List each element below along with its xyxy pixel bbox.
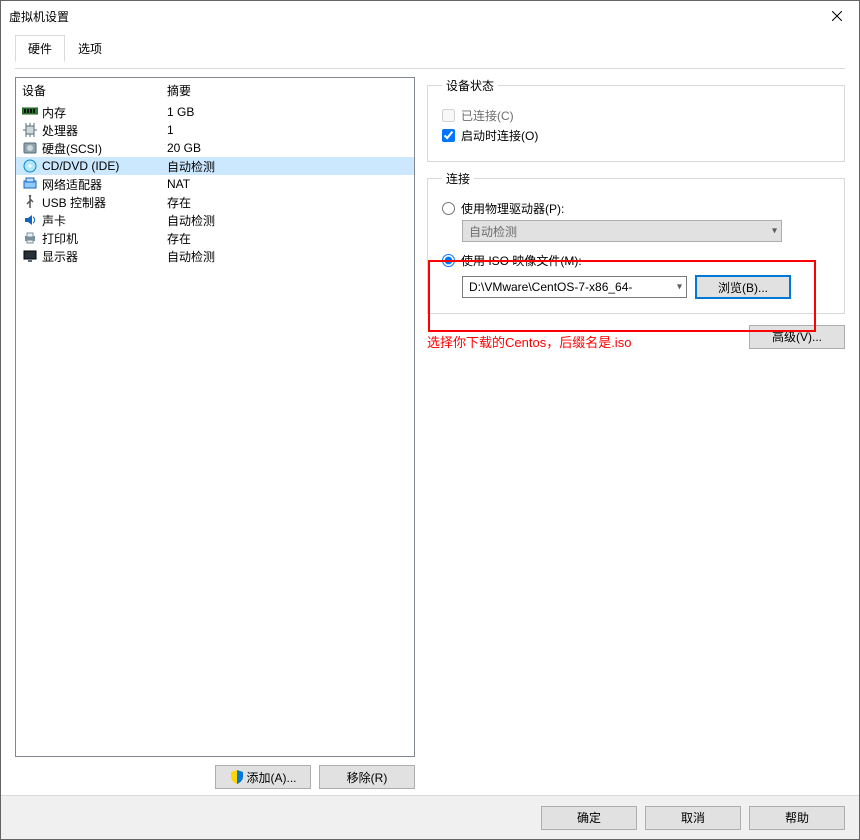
chevron-down-icon: ▾ bbox=[772, 226, 777, 237]
physical-drive-value: 自动检测 bbox=[469, 223, 517, 240]
annotation-text: 选择你下载的Centos，后缀名是.iso bbox=[427, 332, 749, 351]
right-panel: 设备状态 已连接(C) 启动时连接(O) 连接 使用物理驱动器(P): 自动检测… bbox=[427, 77, 845, 789]
left-panel: 设备 摘要 内存1 GB处理器1硬盘(SCSI)20 GBCD/DVD (IDE… bbox=[15, 77, 415, 789]
browse-button[interactable]: 浏览(B)... bbox=[695, 275, 791, 299]
device-status-group: 设备状态 已连接(C) 启动时连接(O) bbox=[427, 77, 845, 162]
device-status-legend: 设备状态 bbox=[442, 77, 498, 94]
device-name: USB 控制器 bbox=[42, 194, 167, 211]
device-row[interactable]: 显示器自动检测 bbox=[16, 247, 414, 265]
device-row[interactable]: 声卡自动检测 bbox=[16, 211, 414, 229]
use-iso-radio[interactable] bbox=[442, 254, 455, 267]
sound-icon bbox=[22, 212, 38, 228]
device-name: 打印机 bbox=[42, 230, 167, 247]
poweron-label: 启动时连接(O) bbox=[461, 127, 538, 144]
device-summary: 20 GB bbox=[167, 141, 408, 155]
cancel-button[interactable]: 取消 bbox=[645, 806, 741, 830]
device-name: 内存 bbox=[42, 104, 167, 121]
chevron-down-icon[interactable]: ▾ bbox=[677, 282, 682, 293]
device-name: CD/DVD (IDE) bbox=[42, 159, 167, 173]
close-button[interactable] bbox=[814, 1, 859, 31]
device-name: 硬盘(SCSI) bbox=[42, 140, 167, 157]
tab-options[interactable]: 选项 bbox=[65, 35, 115, 62]
use-physical-label: 使用物理驱动器(P): bbox=[461, 200, 564, 217]
advanced-button[interactable]: 高级(V)... bbox=[749, 325, 845, 349]
connected-checkbox-row: 已连接(C) bbox=[442, 107, 830, 124]
physical-drive-combo: 自动检测 ▾ bbox=[462, 220, 782, 242]
connected-checkbox bbox=[442, 109, 455, 122]
device-summary: 存在 bbox=[167, 230, 408, 247]
use-iso-label: 使用 ISO 映像文件(M): bbox=[461, 252, 582, 269]
device-row[interactable]: 网络适配器NAT bbox=[16, 175, 414, 193]
memory-icon bbox=[22, 104, 38, 120]
title-bar: 虚拟机设置 bbox=[1, 1, 859, 31]
add-button-label: 添加(A)... bbox=[247, 769, 297, 786]
device-summary: 自动检测 bbox=[167, 248, 408, 265]
device-summary: NAT bbox=[167, 177, 408, 191]
device-row[interactable]: 打印机存在 bbox=[16, 229, 414, 247]
device-name: 声卡 bbox=[42, 212, 167, 229]
help-button[interactable]: 帮助 bbox=[749, 806, 845, 830]
device-row[interactable]: USB 控制器存在 bbox=[16, 193, 414, 211]
iso-path-value: D:\VMware\CentOS-7-x86_64- bbox=[469, 280, 632, 294]
use-physical-radio[interactable] bbox=[442, 202, 455, 215]
device-summary: 1 bbox=[167, 123, 408, 137]
iso-path-row: D:\VMware\CentOS-7-x86_64- ▾ 浏览(B)... bbox=[462, 275, 830, 299]
use-iso-radio-row[interactable]: 使用 ISO 映像文件(M): bbox=[442, 252, 830, 269]
device-summary: 1 GB bbox=[167, 105, 408, 119]
close-icon bbox=[832, 11, 842, 21]
main-area: 设备 摘要 内存1 GB处理器1硬盘(SCSI)20 GBCD/DVD (IDE… bbox=[1, 63, 859, 795]
iso-path-combo[interactable]: D:\VMware\CentOS-7-x86_64- ▾ bbox=[462, 276, 687, 298]
device-row[interactable]: 硬盘(SCSI)20 GB bbox=[16, 139, 414, 157]
left-buttons: 添加(A)... 移除(R) bbox=[15, 757, 415, 789]
col-device: 设备 bbox=[22, 82, 167, 99]
connection-group: 连接 使用物理驱动器(P): 自动检测 ▾ 使用 ISO 映像文件(M): D:… bbox=[427, 170, 845, 314]
shield-icon bbox=[230, 770, 244, 784]
device-summary: 存在 bbox=[167, 194, 408, 211]
device-row[interactable]: 处理器1 bbox=[16, 121, 414, 139]
connection-legend: 连接 bbox=[442, 170, 474, 187]
add-button[interactable]: 添加(A)... bbox=[215, 765, 311, 789]
remove-button[interactable]: 移除(R) bbox=[319, 765, 415, 789]
device-name: 显示器 bbox=[42, 248, 167, 265]
dialog-footer: 确定 取消 帮助 bbox=[1, 795, 859, 839]
ok-button[interactable]: 确定 bbox=[541, 806, 637, 830]
tabs-divider bbox=[15, 68, 845, 69]
cpu-icon bbox=[22, 122, 38, 138]
tabs: 硬件 选项 bbox=[1, 31, 859, 63]
tab-hardware[interactable]: 硬件 bbox=[15, 35, 65, 62]
device-name: 网络适配器 bbox=[42, 176, 167, 193]
printer-icon bbox=[22, 230, 38, 246]
usb-icon bbox=[22, 194, 38, 210]
nic-icon bbox=[22, 176, 38, 192]
display-icon bbox=[22, 248, 38, 264]
poweron-checkbox[interactable] bbox=[442, 129, 455, 142]
connected-label: 已连接(C) bbox=[461, 107, 514, 124]
device-summary: 自动检测 bbox=[167, 212, 408, 229]
device-list: 设备 摘要 内存1 GB处理器1硬盘(SCSI)20 GBCD/DVD (IDE… bbox=[15, 77, 415, 757]
col-summary: 摘要 bbox=[167, 82, 408, 99]
disk-icon bbox=[22, 140, 38, 156]
use-physical-radio-row[interactable]: 使用物理驱动器(P): bbox=[442, 200, 830, 217]
window-title: 虚拟机设置 bbox=[9, 8, 69, 25]
physical-drive-combo-wrap: 自动检测 ▾ bbox=[462, 220, 830, 242]
device-name: 处理器 bbox=[42, 122, 167, 139]
device-row[interactable]: CD/DVD (IDE)自动检测 bbox=[16, 157, 414, 175]
poweron-checkbox-row[interactable]: 启动时连接(O) bbox=[442, 127, 830, 144]
device-summary: 自动检测 bbox=[167, 158, 408, 175]
device-list-header: 设备 摘要 bbox=[16, 78, 414, 103]
device-row[interactable]: 内存1 GB bbox=[16, 103, 414, 121]
cd-icon bbox=[22, 158, 38, 174]
